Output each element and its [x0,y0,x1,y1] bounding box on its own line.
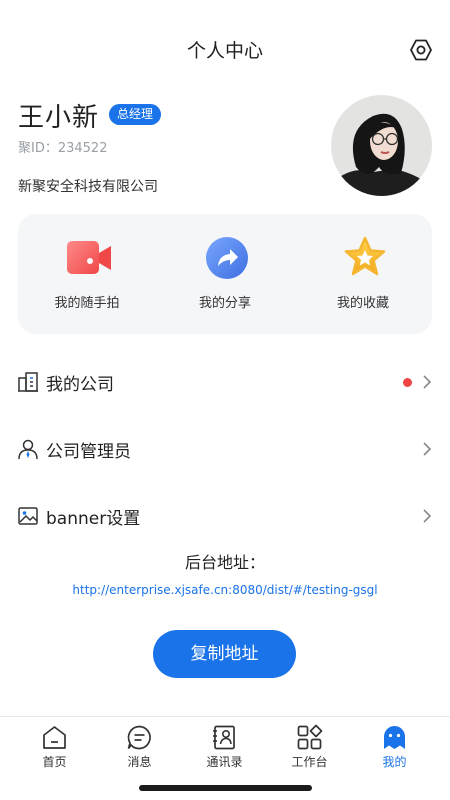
menu-item-label: 公司管理员 [46,442,131,462]
admin-person-icon [17,438,39,460]
backend-address-label: 后台地址： [184,553,265,572]
menu-item-label: 我的公司 [46,375,114,395]
tab-contacts[interactable]: 通讯录 [182,717,267,779]
quick-action-label: 我的分享 [198,296,251,311]
page-title: 个人中心 [186,40,263,62]
tab-profile[interactable]: 我的 [352,717,437,779]
quick-action-share[interactable]: 我的分享 [156,214,294,334]
tab-label: 首页 [42,755,67,769]
quick-action-favorites[interactable]: 我的收藏 [294,214,432,334]
role-badge: 总经理 [109,104,162,125]
notification-dot [403,378,412,387]
chevron-right-icon [421,373,433,391]
contacts-icon [211,724,238,751]
home-indicator [139,785,312,791]
quick-action-label: 我的收藏 [336,296,389,311]
menu-item-banner-settings[interactable]: banner设置 [0,486,450,546]
tab-label: 通讯录 [206,755,243,769]
chevron-right-icon [421,507,433,525]
profile-icon [381,724,408,751]
company-name: 新聚安全科技有限公司 [18,179,158,195]
star-icon [343,236,387,280]
message-icon [126,724,153,751]
tab-label: 消息 [127,755,152,769]
building-icon [17,371,39,393]
settings-icon[interactable] [409,38,433,62]
quick-action-label: 我的随手拍 [54,296,120,311]
quick-actions-card: 我的随手拍 我的分享 我的收藏 [18,214,432,334]
copy-address-button[interactable]: 复制地址 [153,630,296,678]
tab-workbench[interactable]: 工作台 [267,717,352,779]
user-id: 聚ID：234522 [18,141,108,156]
user-name: 王小新 [18,103,100,133]
backend-url-link[interactable]: http://enterprise.xjsafe.cn:8080/dist/#/… [0,583,450,597]
share-arrow-icon [205,236,249,280]
quick-action-snapshot[interactable]: 我的随手拍 [18,214,156,334]
avatar[interactable] [331,95,432,196]
menu-item-label: banner设置 [46,509,141,529]
video-camera-icon [67,236,111,280]
tab-label: 我的 [382,755,407,769]
tab-messages[interactable]: 消息 [97,717,182,779]
menu-item-company-admin[interactable]: 公司管理员 [0,419,450,479]
home-icon [41,724,68,751]
menu-item-my-company[interactable]: 我的公司 [0,352,450,412]
workbench-icon [296,724,323,751]
tab-home[interactable]: 首页 [12,717,97,779]
tab-label: 工作台 [291,755,328,769]
image-icon [17,505,39,527]
chevron-right-icon [421,440,433,458]
header: 个人中心 [0,0,450,100]
